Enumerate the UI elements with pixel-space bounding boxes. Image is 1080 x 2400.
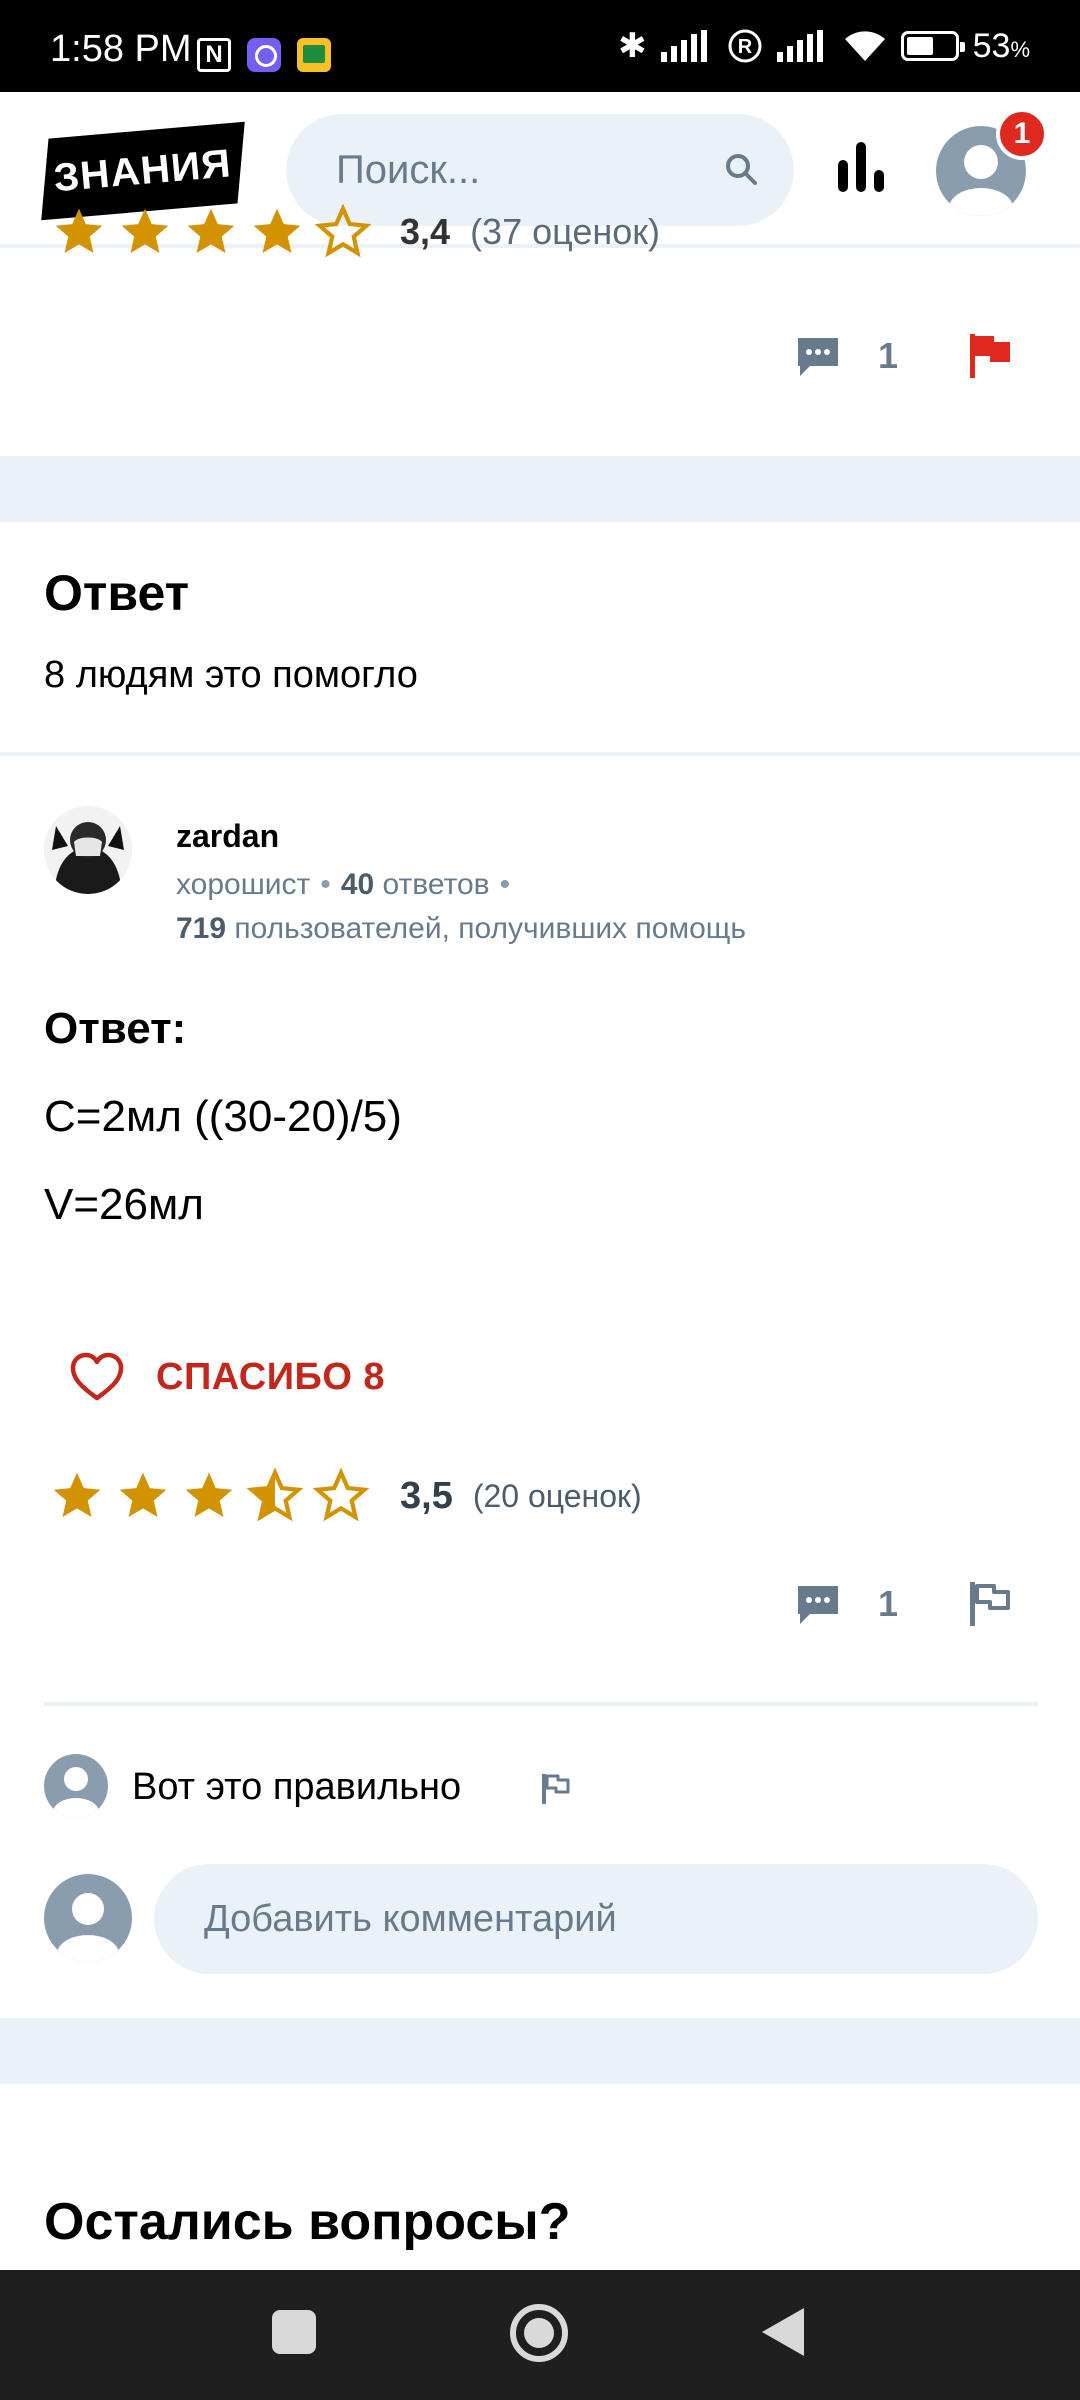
star-icon[interactable]	[116, 204, 174, 260]
more-questions-heading: Остались вопросы?	[44, 2193, 571, 2251]
thanks-button[interactable]: СПАСИБО 8	[70, 1352, 385, 1402]
question-rating: 3,4 (37 оценок)	[50, 204, 660, 260]
recent-apps-button[interactable]	[272, 2310, 316, 2354]
search-icon[interactable]	[724, 152, 758, 186]
question-actions: 1	[794, 332, 1012, 380]
star-icon[interactable]	[50, 204, 108, 260]
separator-dot: •	[320, 868, 331, 901]
comment-icon[interactable]	[794, 334, 842, 378]
divider	[44, 1702, 1038, 1706]
answer-line: V=26мл	[44, 1180, 204, 1229]
stats-icon[interactable]	[834, 140, 888, 194]
signal-icon	[660, 30, 707, 62]
star-icon[interactable]	[182, 204, 240, 260]
author-helped-count: 719	[176, 912, 227, 945]
star-icon[interactable]	[248, 204, 306, 260]
current-user-avatar	[44, 1874, 132, 1962]
battery-percent: 53%	[972, 26, 1030, 65]
viber-icon	[247, 38, 281, 72]
status-icons: ✱ R 53%	[618, 26, 1030, 66]
question-comment-count: 1	[878, 335, 899, 376]
star-icon[interactable]	[48, 1468, 106, 1524]
author-avatar[interactable]	[44, 806, 132, 894]
classroom-icon	[297, 38, 331, 72]
answer-heading: Ответ:	[44, 1004, 187, 1053]
star-outline-icon[interactable]	[312, 1468, 370, 1524]
add-comment-input[interactable]	[154, 1864, 1038, 1974]
star-half-icon[interactable]	[246, 1468, 304, 1524]
user-icon	[53, 1767, 99, 1818]
star-outline-icon[interactable]	[314, 204, 372, 260]
heart-icon	[70, 1352, 124, 1401]
author-helped-label: пользователей, получивших помощь	[234, 912, 747, 945]
answer-actions: 1	[794, 1580, 1012, 1628]
commenter-avatar[interactable]	[44, 1754, 108, 1818]
bluetooth-icon: ✱	[618, 27, 647, 65]
author-answers-label: ответов	[382, 868, 490, 901]
user-icon	[57, 1893, 119, 1962]
thanks-label: СПАСИБО 8	[156, 1355, 386, 1398]
roaming-icon: R	[728, 29, 762, 63]
rating-value: 3,5	[400, 1474, 453, 1517]
system-nav-bar	[0, 2270, 1080, 2400]
profile-avatar[interactable]: 1	[936, 108, 1048, 216]
section-divider	[0, 2018, 1080, 2084]
answer-rating: 3,5 (20 оценок)	[48, 1468, 642, 1524]
question-rating-text: 3,4 (37 оценок)	[400, 211, 660, 252]
nfc-icon: N	[197, 38, 231, 72]
author-helped: 719 пользователей, получивших помощь	[176, 912, 746, 946]
status-bar: 1:58 PM N ✱ R 53%	[0, 0, 1080, 92]
author-avatar-image	[44, 806, 132, 894]
separator-dot: •	[499, 868, 511, 901]
rating-count: (20 оценок)	[472, 1477, 642, 1514]
author-meta: хорошист • 40 ответов •	[176, 868, 520, 902]
status-time: 1:58 PM	[50, 28, 192, 70]
comment-text: Вот это правильно	[132, 1766, 462, 1808]
divider	[0, 752, 1080, 756]
star-icon[interactable]	[180, 1468, 238, 1524]
logo-text: ЗНАНИЯ	[52, 141, 234, 200]
section-divider	[0, 456, 1080, 522]
signal-icon-2	[776, 30, 823, 62]
author-rank: хорошист	[176, 868, 311, 901]
flag-icon[interactable]	[968, 332, 1012, 380]
comment-icon[interactable]	[794, 1582, 842, 1626]
answer-line: C=2мл ((30-20)/5)	[44, 1092, 402, 1141]
answer-comment-count: 1	[878, 1583, 899, 1624]
author-answers-count: 40	[340, 868, 375, 901]
helped-count: 8 людям это помогло	[44, 654, 418, 696]
flag-outline-icon[interactable]	[968, 1580, 1012, 1628]
notification-badge: 1	[996, 108, 1048, 160]
back-button[interactable]	[762, 2308, 804, 2356]
svg-text:R: R	[737, 36, 752, 58]
star-icon[interactable]	[114, 1468, 172, 1524]
home-button[interactable]	[510, 2304, 568, 2362]
wifi-icon	[844, 31, 885, 61]
flag-outline-icon[interactable]	[540, 1772, 572, 1806]
battery-icon	[900, 31, 965, 61]
author-name[interactable]: zardan	[176, 818, 279, 855]
answer-section-title: Ответ	[44, 565, 190, 621]
